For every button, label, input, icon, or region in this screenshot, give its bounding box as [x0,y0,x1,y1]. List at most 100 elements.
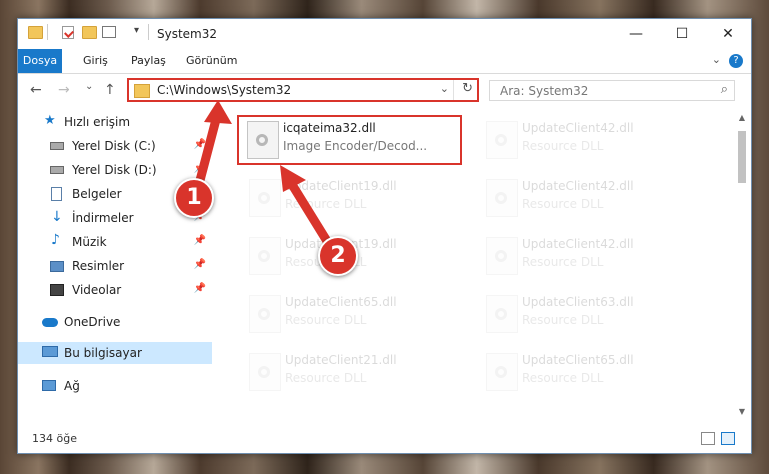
file-description: Resource DLL [522,139,604,153]
navigation-pane: ★ Hızlı erişim Yerel Disk (C:) 📌 Yerel D… [18,109,218,421]
file-name: UpdateClient42.dll [522,121,634,135]
pin-icon[interactable]: 📌 [194,235,206,246]
scroll-down-icon[interactable]: ▼ [736,407,748,416]
properties-icon[interactable] [62,26,74,39]
status-bar: 134 öğe [18,427,751,453]
sidebar-item-label: OneDrive [64,315,121,329]
file-name: UpdateClient21.dll [285,353,397,367]
folder-icon [134,84,150,98]
file-tile[interactable]: UpdateClient63.dll Resource DLL [476,289,701,339]
sidebar-item-onedrive[interactable]: OneDrive [18,311,212,333]
scroll-thumb[interactable] [738,131,746,183]
sidebar-item-pictures[interactable]: Resimler 📌 [18,255,212,277]
minimize-button[interactable]: — [613,19,659,49]
file-tile[interactable]: UpdateClient19.dll Resource DLL [239,173,464,223]
file-tile[interactable]: UpdateClient42.dll Resource DLL [476,115,701,165]
refresh-icon[interactable]: ↻ [462,81,473,96]
dll-file-icon [247,121,279,159]
sidebar-item-music[interactable]: ♪ Müzik 📌 [18,231,212,253]
music-icon: ♪ [51,232,60,248]
dll-file-icon [486,121,518,159]
expand-ribbon-icon[interactable]: ⌄ [712,53,721,66]
sidebar-item-quick-access[interactable]: ★ Hızlı erişim [18,111,212,133]
search-placeholder: Ara: System32 [500,84,589,98]
file-tile[interactable]: UpdateClient65.dll Resource DLL [239,289,464,339]
address-bar[interactable]: C:\Windows\System32 ⌄ ↻ [127,78,479,102]
customize-toolbar-icon[interactable]: ▾ [134,25,139,36]
sidebar-item-label: Yerel Disk (C:) [72,139,156,153]
sidebar-item-this-pc[interactable]: Bu bilgisayar [18,342,212,364]
sidebar-item-label: Resimler [72,259,125,273]
file-description: Resource DLL [285,197,367,211]
vertical-scrollbar[interactable]: ▲ ▼ [736,109,748,421]
cloud-icon [42,318,58,327]
ribbon-tabs: Dosya Giriş Paylaş Görünüm ⌄ ? [18,49,751,74]
file-description: Resource DLL [522,371,604,385]
sidebar-item-network[interactable]: Ağ [18,375,212,397]
sidebar-item-disk-d[interactable]: Yerel Disk (D:) 📌 [18,159,212,181]
dll-file-icon [486,353,518,391]
dll-file-icon [249,237,281,275]
star-icon: ★ [44,113,56,128]
file-description: Resource DLL [522,197,604,211]
new-folder-icon[interactable] [82,26,97,39]
file-name: UpdateClient65.dll [285,295,397,309]
view-toggle-icon[interactable] [102,26,116,38]
separator [47,24,48,40]
pin-icon[interactable]: 📌 [194,259,206,270]
tab-share[interactable]: Paylaş [121,49,176,73]
file-tile[interactable]: UpdateClient65.dll Resource DLL [476,347,701,397]
title-bar: ▾ System32 — ☐ ✕ [18,19,751,49]
file-description: Resource DLL [285,371,367,385]
close-button[interactable]: ✕ [705,19,751,49]
file-tile[interactable]: UpdateClient42.dll Resource DLL [476,231,701,281]
pin-icon[interactable]: 📌 [194,139,206,150]
details-view-icon[interactable] [701,432,715,445]
sidebar-item-label: Müzik [72,235,107,249]
tab-view[interactable]: Görünüm [176,49,247,73]
sidebar-item-label: Hızlı erişim [64,115,131,129]
up-button[interactable]: ↑ [104,82,116,98]
folder-icon [28,26,43,39]
separator [453,80,454,100]
videos-icon [50,284,64,296]
maximize-button[interactable]: ☐ [659,19,705,49]
sidebar-item-label: Ağ [64,379,80,393]
back-button[interactable]: ← [30,82,42,98]
tab-file[interactable]: Dosya [18,49,62,73]
item-count: 134 öğe [32,432,77,445]
documents-icon [51,187,62,201]
dll-file-icon [486,179,518,217]
window-title: System32 [157,27,218,41]
sidebar-item-disk-c[interactable]: Yerel Disk (C:) 📌 [18,135,212,157]
explorer-window: ▾ System32 — ☐ ✕ Dosya Giriş Paylaş Görü… [17,18,752,454]
tiles-view-icon[interactable] [721,432,735,445]
pictures-icon [50,261,64,272]
file-name: UpdateClient63.dll [522,295,634,309]
address-dropdown-icon[interactable]: ⌄ [440,82,449,95]
file-description: Resource DLL [522,255,604,269]
sidebar-item-videos[interactable]: Videolar 📌 [18,279,212,301]
dll-file-icon [249,295,281,333]
tab-home[interactable]: Giriş [73,49,118,73]
scroll-up-icon[interactable]: ▲ [736,113,748,122]
file-tile[interactable]: UpdateClient42.dll Resource DLL [476,173,701,223]
sidebar-item-label: Yerel Disk (D:) [72,163,157,177]
help-icon[interactable]: ? [729,54,743,68]
forward-button[interactable]: → [58,82,70,98]
pin-icon[interactable]: 📌 [194,283,206,294]
pin-icon[interactable]: 📌 [194,163,206,174]
dll-file-icon [249,353,281,391]
file-tile-highlighted[interactable]: icqateima32.dll Image Encoder/Decod... [237,115,462,165]
callout-badge-1: 1 [174,178,214,218]
address-row: ← → ⌄ ↑ C:\Windows\System32 ⌄ ↻ Ara: Sys… [18,74,751,108]
search-input[interactable]: Ara: System32 ⌕ [489,80,735,101]
downloads-icon: ↓ [51,209,63,225]
file-list: icqateima32.dll Image Encoder/Decod... U… [221,109,731,421]
file-name: UpdateClient42.dll [522,179,634,193]
file-description: Resource DLL [285,313,367,327]
recent-locations-icon[interactable]: ⌄ [85,81,93,92]
sidebar-item-label: Belgeler [72,187,122,201]
file-description: Image Encoder/Decod... [283,139,428,153]
file-tile[interactable]: UpdateClient21.dll Resource DLL [239,347,464,397]
